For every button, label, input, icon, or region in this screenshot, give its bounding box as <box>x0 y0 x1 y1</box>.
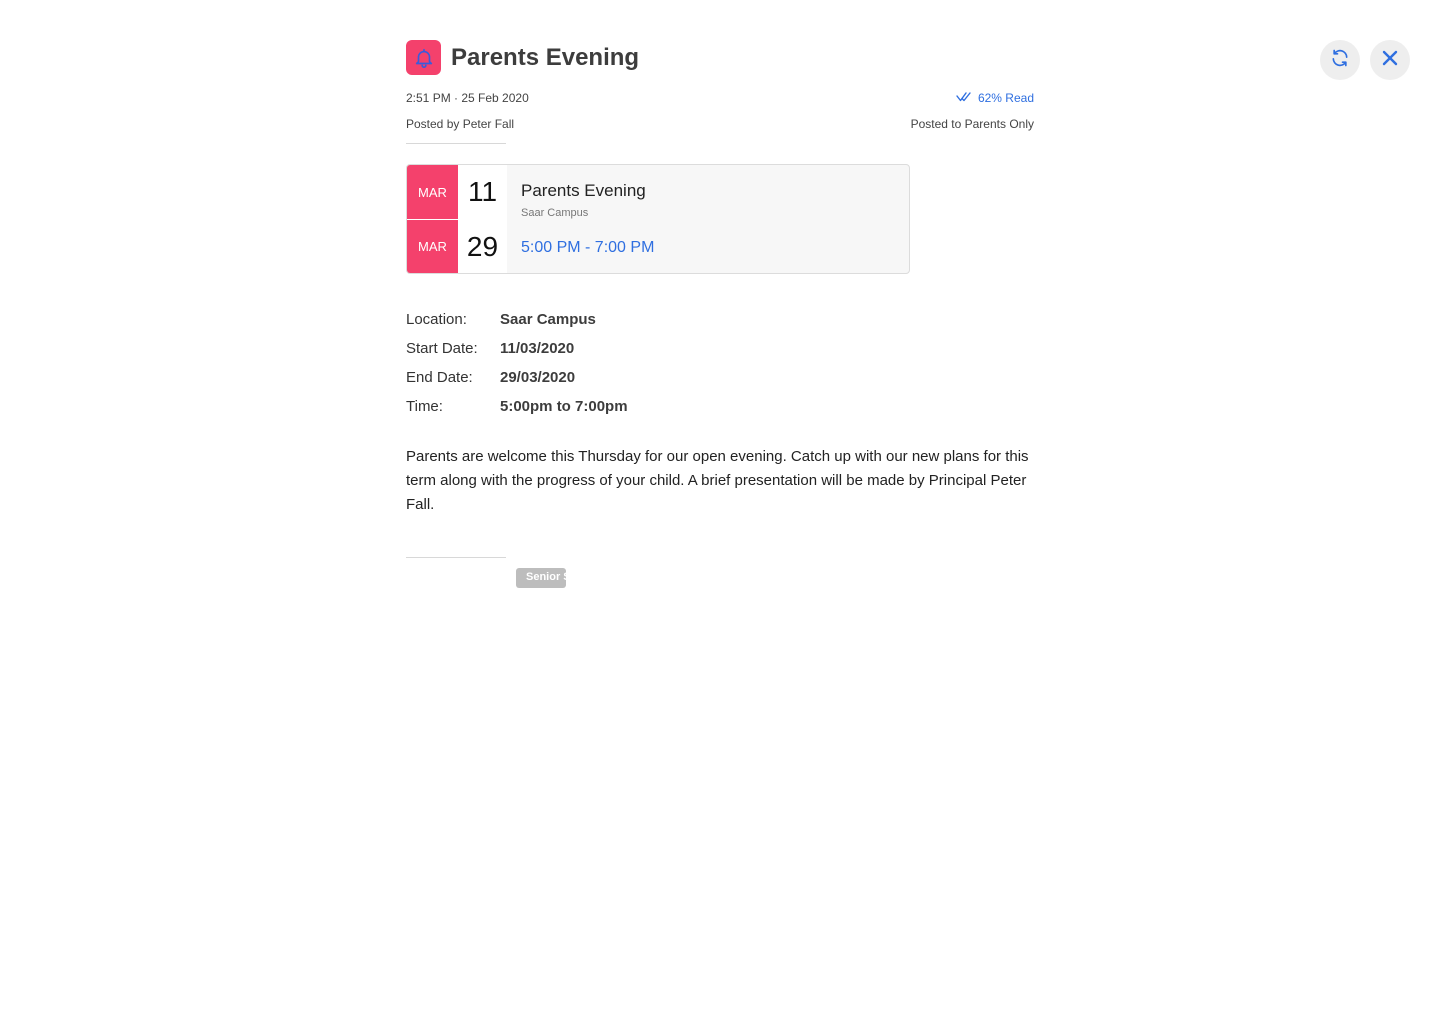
event-info: Parents Evening Saar Campus 5:00 PM - 7:… <box>507 165 909 273</box>
close-button[interactable] <box>1370 40 1410 80</box>
announcement-body: Parents are welcome this Thursday for ou… <box>406 448 1029 513</box>
start-day: 11 <box>458 165 507 219</box>
refresh-icon <box>1330 48 1350 73</box>
start-date-label: Start Date: <box>406 340 478 357</box>
page-title: Parents Evening <box>451 43 640 71</box>
footer-divider <box>406 557 506 558</box>
start-month: MAR <box>407 165 458 219</box>
read-status-label: 62% Read <box>977 91 1034 105</box>
event-title: Parents Evening <box>521 181 646 200</box>
close-icon <box>1382 50 1398 71</box>
end-day: 29 <box>458 220 507 273</box>
start-date-block: MAR 11 <box>407 165 507 219</box>
event-dates: MAR 11 MAR 29 <box>407 165 507 273</box>
detail-row-location: Location: Saar Campus <box>406 305 628 334</box>
time-value: 5:00pm to 7:00pm <box>500 398 628 415</box>
refresh-button[interactable] <box>1320 40 1360 80</box>
event-time-range: 5:00 PM - 7:00 PM <box>521 239 655 256</box>
event-details: Location: Saar Campus Start Date: 11/03/… <box>406 305 628 421</box>
double-check-icon <box>956 91 972 105</box>
end-date-block: MAR 29 <box>407 219 507 273</box>
end-month: MAR <box>407 220 458 273</box>
announcement-detail: Parents Evening 2:51 PM · 25 Feb 2020 Po… <box>0 0 1440 1024</box>
title-row: Parents Evening <box>406 40 639 75</box>
location-label: Location: <box>406 311 467 328</box>
post-audience: Posted to Parents Only <box>910 117 1034 131</box>
end-date-value: 29/03/2020 <box>500 369 576 386</box>
bell-icon <box>406 40 441 75</box>
start-date-value: 11/03/2020 <box>500 340 575 357</box>
detail-row-time: Time: 5:00pm to 7:00pm <box>406 392 628 421</box>
event-card[interactable]: MAR 11 MAR 29 Parents Evening Saar Campu… <box>406 164 910 274</box>
time-label: Time: <box>406 398 443 415</box>
post-timestamp: 2:51 PM · 25 Feb 2020 <box>406 91 529 105</box>
event-location: Saar Campus <box>521 207 589 219</box>
audience-tag[interactable]: Senior School <box>516 568 566 588</box>
detail-row-start-date: Start Date: 11/03/2020 <box>406 334 628 363</box>
posted-by: Posted by Peter Fall <box>406 117 515 131</box>
detail-row-end-date: End Date: 29/03/2020 <box>406 363 628 392</box>
read-status[interactable]: 62% Read <box>956 91 1034 105</box>
header-divider <box>406 143 506 144</box>
location-value: Saar Campus <box>500 311 596 328</box>
end-date-label: End Date: <box>406 369 473 386</box>
